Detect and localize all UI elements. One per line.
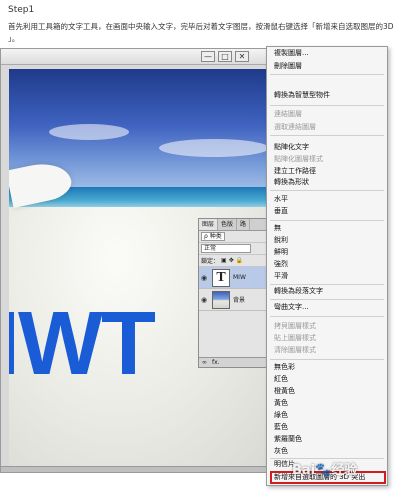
step-instruction: 首先利用工具箱的文字工具，在画面中央输入文字，完毕后对着文字图层，按滑鼠右键选择… <box>8 22 394 31</box>
menu-separator <box>270 359 384 360</box>
menu-item-aa-smooth[interactable]: 平滑 <box>274 272 288 281</box>
lock-label: 鎖定： <box>201 258 220 265</box>
step-title: Step1 <box>8 5 35 15</box>
menu-item-convert-smart-object[interactable]: 轉換為智慧型物件 <box>274 91 330 100</box>
layer-name: 背景 <box>233 297 246 304</box>
menu-item-color-gray[interactable]: 灰色 <box>274 447 288 456</box>
menu-item-horizontal[interactable]: 水平 <box>274 195 288 204</box>
layer-name: MIW <box>233 274 246 281</box>
menu-item-aa-sharp[interactable]: 銳利 <box>274 236 288 245</box>
menu-item-duplicate-layer[interactable]: 複製圖層... <box>274 49 309 58</box>
menu-separator <box>270 316 384 317</box>
menu-item-clear-layer-style[interactable]: 清除圖層樣式 <box>274 346 316 355</box>
menu-item-color-orange[interactable]: 橙黃色 <box>274 387 295 396</box>
menu-item-rasterize-layer-style[interactable]: 點陣化圖層樣式 <box>274 155 323 164</box>
watermark-text: Bai <box>292 463 316 478</box>
link-layers-icon[interactable]: ∞ <box>202 359 207 366</box>
cloud <box>49 124 129 140</box>
background-thumbnail <box>212 290 230 309</box>
menu-separator <box>270 105 384 106</box>
menu-separator <box>270 135 384 136</box>
layer-style-icon[interactable]: fx. <box>212 359 220 366</box>
blend-mode-select[interactable]: 正常 <box>201 244 251 253</box>
menu-item-convert-paragraph-text[interactable]: 轉換為段落文字 <box>274 287 323 296</box>
menu-item-link-layers[interactable]: 連結圖層 <box>274 110 302 119</box>
menu-item-delete-layer[interactable]: 刪除圖層 <box>274 62 302 71</box>
menu-item-create-work-path[interactable]: 建立工作路徑 <box>274 167 316 176</box>
menu-item-color-red[interactable]: 紅色 <box>274 375 288 384</box>
menu-item-color-none[interactable]: 無色彩 <box>274 363 295 372</box>
menu-item-paste-layer-style[interactable]: 貼上圖層樣式 <box>274 334 316 343</box>
menu-item-aa-none[interactable]: 無 <box>274 224 281 233</box>
watermark-suffix: 经验 <box>331 463 358 478</box>
cloud <box>159 139 269 157</box>
window-bottom-bar <box>1 466 277 472</box>
close-button[interactable]: ✕ <box>235 51 249 62</box>
menu-item-warp-text[interactable]: 彎曲文字... <box>274 303 309 312</box>
menu-item-aa-strong[interactable]: 強烈 <box>274 260 288 269</box>
maximize-button[interactable]: □ <box>218 51 232 62</box>
baidu-watermark: Bai🐾经验 <box>292 459 357 478</box>
menu-item-aa-crisp[interactable]: 鮮明 <box>274 248 288 257</box>
menu-item-color-violet[interactable]: 紫羅蘭色 <box>274 435 302 444</box>
step-instruction-end: 」。 <box>8 34 20 43</box>
tab-paths[interactable]: 路 <box>237 219 251 230</box>
menu-item-color-yellow[interactable]: 黃色 <box>274 399 288 408</box>
menu-item-copy-layer-style[interactable]: 拷貝圖層樣式 <box>274 322 316 331</box>
text-layer-thumbnail-icon: T <box>212 268 230 287</box>
paw-icon: 🐾 <box>315 463 332 478</box>
menu-item-rasterize-type[interactable]: 點陣化文字 <box>274 143 309 152</box>
eye-icon[interactable]: ◉ <box>201 274 209 282</box>
lock-position-icon[interactable]: ✥ <box>229 257 234 264</box>
menu-separator <box>270 190 384 191</box>
menu-item-vertical[interactable]: 垂直 <box>274 207 288 216</box>
minimize-button[interactable]: — <box>201 51 215 62</box>
menu-separator <box>270 284 384 285</box>
tab-layers[interactable]: 图层 <box>199 219 219 230</box>
menu-item-color-blue[interactable]: 藍色 <box>274 423 288 432</box>
menu-item-select-linked-layers[interactable]: 選取連結圖層 <box>274 123 316 132</box>
menu-separator <box>270 74 384 75</box>
tab-channels[interactable]: 色版 <box>218 219 238 230</box>
lock-pixels-icon[interactable]: ▣ <box>221 257 227 264</box>
canvas-text-layer: IWT <box>9 294 156 394</box>
menu-item-color-green[interactable]: 綠色 <box>274 411 288 420</box>
layer-context-menu: 複製圖層... 刪除圖層 轉換為智慧型物件 連結圖層 選取連結圖層 點陣化文字 … <box>266 46 388 486</box>
menu-separator <box>270 220 384 221</box>
layer-filter-select[interactable]: ρ 种类 <box>201 232 225 241</box>
menu-separator <box>270 299 384 300</box>
eye-icon[interactable]: ◉ <box>201 296 209 304</box>
menu-item-convert-to-shape[interactable]: 轉換為形狀 <box>274 178 309 187</box>
window-titlebar[interactable]: — □ ✕ <box>1 49 277 65</box>
lock-all-icon[interactable]: 🔒 <box>236 257 243 264</box>
